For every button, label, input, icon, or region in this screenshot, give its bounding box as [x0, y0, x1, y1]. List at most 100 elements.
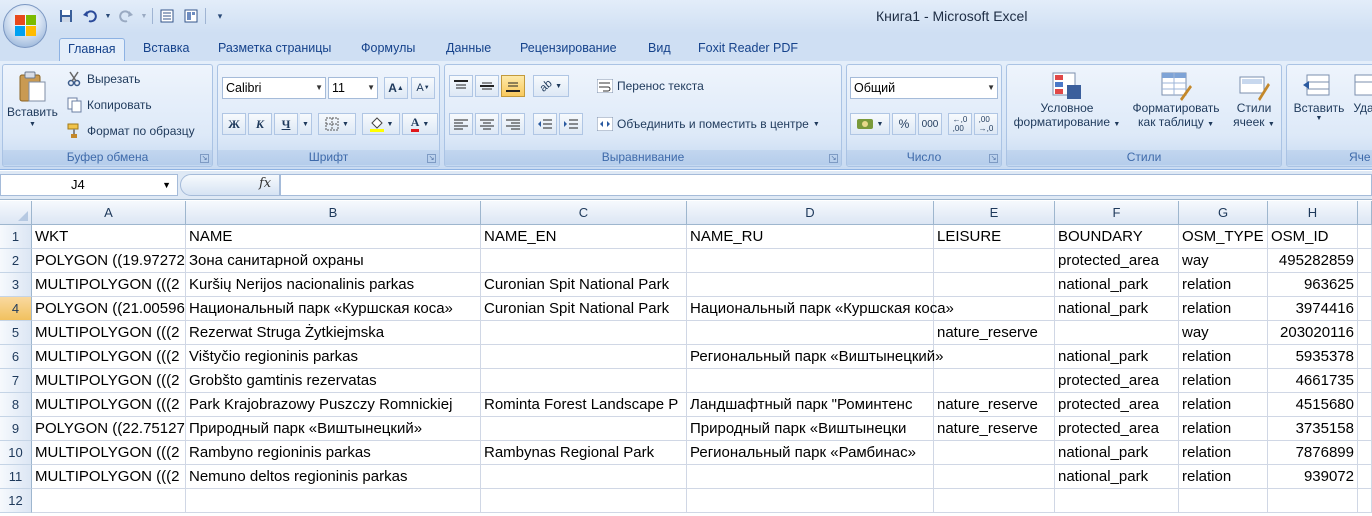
office-button[interactable]	[3, 4, 47, 48]
column-header-f[interactable]: F	[1055, 201, 1179, 225]
decrease-decimal-button[interactable]: ,00 →,0	[974, 113, 998, 135]
tab-page-layout[interactable]: Разметка страницы	[210, 38, 339, 61]
orientation-button[interactable]: ab ▼	[533, 75, 569, 97]
tab-review[interactable]: Рецензирование	[512, 38, 625, 61]
cell-d4[interactable]: Национальный парк «Куршская коса»	[687, 297, 954, 321]
cell-g9[interactable]: relation	[1179, 417, 1268, 441]
column-header-a[interactable]: A	[32, 201, 186, 225]
cell-f12[interactable]	[1055, 489, 1179, 513]
cell-extra-9[interactable]	[1358, 417, 1372, 441]
row-header-11[interactable]: 11	[0, 465, 32, 489]
cell-c4[interactable]: Curonian Spit National Park	[481, 297, 687, 321]
cell-d11[interactable]	[687, 465, 934, 489]
cell-e12[interactable]	[934, 489, 1055, 513]
cell-g2[interactable]: way	[1179, 249, 1268, 273]
cell-a4[interactable]: POLYGON ((21.00596	[32, 297, 186, 321]
cell-f11[interactable]: national_park	[1055, 465, 1179, 489]
cell-d9[interactable]: Природный парк «Виштынецки	[687, 417, 934, 441]
cell-b9[interactable]: Природный парк «Виштынецкий»	[186, 417, 481, 441]
percent-button[interactable]: %	[892, 113, 916, 135]
cell-d6[interactable]: Региональный парк «Виштынецкий»	[687, 345, 944, 369]
cell-c7[interactable]	[481, 369, 687, 393]
cell-b6[interactable]: Vištyčio regioninis parkas	[186, 345, 481, 369]
row-header-6[interactable]: 6	[0, 345, 32, 369]
cell-c5[interactable]	[481, 321, 687, 345]
cell-c10[interactable]: Rambynas Regional Park	[481, 441, 687, 465]
cell-h7[interactable]: 4661735	[1268, 369, 1358, 393]
spreadsheet-grid[interactable]: A B C D E F G H 1 WKT NAME NAME_EN NAME_RU LEISURE BOU…	[0, 201, 1372, 516]
cell-a3[interactable]: MULTIPOLYGON (((2	[32, 273, 186, 297]
cell-h2[interactable]: 495282859	[1268, 249, 1358, 273]
redo-icon[interactable]	[116, 6, 136, 26]
cell-c2[interactable]	[481, 249, 687, 273]
alignment-launcher-icon[interactable]: ↘	[829, 154, 838, 163]
wrap-text-button[interactable]: Перенос текста	[597, 79, 704, 93]
row-header-2[interactable]: 2	[0, 249, 32, 273]
row-header-12[interactable]: 12	[0, 489, 32, 513]
cell-f2[interactable]: protected_area	[1055, 249, 1179, 273]
align-center-button[interactable]	[475, 113, 499, 135]
cell-g3[interactable]: relation	[1179, 273, 1268, 297]
cell-h5[interactable]: 203020116	[1268, 321, 1358, 345]
underline-button[interactable]: Ч	[274, 113, 298, 135]
paste-button[interactable]: Вставить ▼	[7, 71, 58, 128]
cell-e6[interactable]	[934, 345, 1055, 369]
format-as-table-button[interactable]: Форматировать как таблицу ▼	[1127, 71, 1225, 129]
undo-icon[interactable]	[80, 6, 100, 26]
customize-icon[interactable]: ▾	[210, 6, 230, 26]
cell-extra-11[interactable]	[1358, 465, 1372, 489]
font-name-select[interactable]: Calibri ▼	[222, 77, 326, 99]
cell-b12[interactable]	[186, 489, 481, 513]
cell-b11[interactable]: Nemuno deltos regioninis parkas	[186, 465, 481, 489]
cell-a10[interactable]: MULTIPOLYGON (((2	[32, 441, 186, 465]
row-header-10[interactable]: 10	[0, 441, 32, 465]
decrease-indent-button[interactable]	[533, 113, 557, 135]
align-middle-button[interactable]	[475, 75, 499, 97]
cell-e1[interactable]: LEISURE	[934, 225, 1055, 249]
cell-h12[interactable]	[1268, 489, 1358, 513]
cell-g1[interactable]: OSM_TYPE	[1179, 225, 1268, 249]
cell-a11[interactable]: MULTIPOLYGON (((2	[32, 465, 186, 489]
currency-button[interactable]: ▼	[850, 113, 890, 135]
row-header-1[interactable]: 1	[0, 225, 32, 249]
row-header-5[interactable]: 5	[0, 321, 32, 345]
cell-d3[interactable]	[687, 273, 934, 297]
tab-formulas[interactable]: Формулы	[353, 38, 423, 61]
cell-extra-7[interactable]	[1358, 369, 1372, 393]
thousands-button[interactable]: 000	[918, 113, 942, 135]
select-all-button[interactable]	[0, 201, 32, 225]
column-header-extra[interactable]	[1358, 201, 1372, 225]
align-top-button[interactable]	[449, 75, 473, 97]
tab-home[interactable]: Главная	[59, 38, 125, 61]
cell-e9[interactable]: nature_reserve	[934, 417, 1055, 441]
cell-f4[interactable]: national_park	[1055, 297, 1179, 321]
cell-h8[interactable]: 4515680	[1268, 393, 1358, 417]
format-painter-button[interactable]: Формат по образцу	[67, 123, 195, 139]
cell-b2[interactable]: Зона санитарной охраны	[186, 249, 481, 273]
font-color-button[interactable]: A ▼	[402, 113, 438, 135]
shrink-font-button[interactable]: A ▼	[411, 77, 435, 99]
align-right-button[interactable]	[501, 113, 525, 135]
increase-indent-button[interactable]	[559, 113, 583, 135]
grow-font-button[interactable]: A ▲	[384, 77, 408, 99]
underline-dropdown-icon[interactable]: ▼	[300, 113, 312, 135]
row-header-7[interactable]: 7	[0, 369, 32, 393]
clipboard-launcher-icon[interactable]: ↘	[200, 154, 209, 163]
cell-d5[interactable]	[687, 321, 934, 345]
name-box[interactable]: J4 ▼	[0, 174, 178, 196]
cell-g12[interactable]	[1179, 489, 1268, 513]
cell-b7[interactable]: Grobšto gamtinis rezervatas	[186, 369, 481, 393]
cell-f3[interactable]: national_park	[1055, 273, 1179, 297]
cell-a8[interactable]: MULTIPOLYGON (((2	[32, 393, 186, 417]
cell-d10[interactable]: Региональный парк «Рамбинас»	[687, 441, 934, 465]
cell-e7[interactable]	[934, 369, 1055, 393]
cell-a2[interactable]: POLYGON ((19.97272	[32, 249, 186, 273]
redo-dropdown-icon[interactable]: ▼	[140, 6, 148, 26]
bold-button[interactable]: Ж	[222, 113, 246, 135]
column-header-b[interactable]: B	[186, 201, 481, 225]
font-size-select[interactable]: 11 ▼	[328, 77, 378, 99]
copy-button[interactable]: Копировать	[67, 97, 152, 113]
cell-b1[interactable]: NAME	[186, 225, 481, 249]
fill-color-button[interactable]: ▼	[362, 113, 400, 135]
cell-extra-2[interactable]	[1358, 249, 1372, 273]
